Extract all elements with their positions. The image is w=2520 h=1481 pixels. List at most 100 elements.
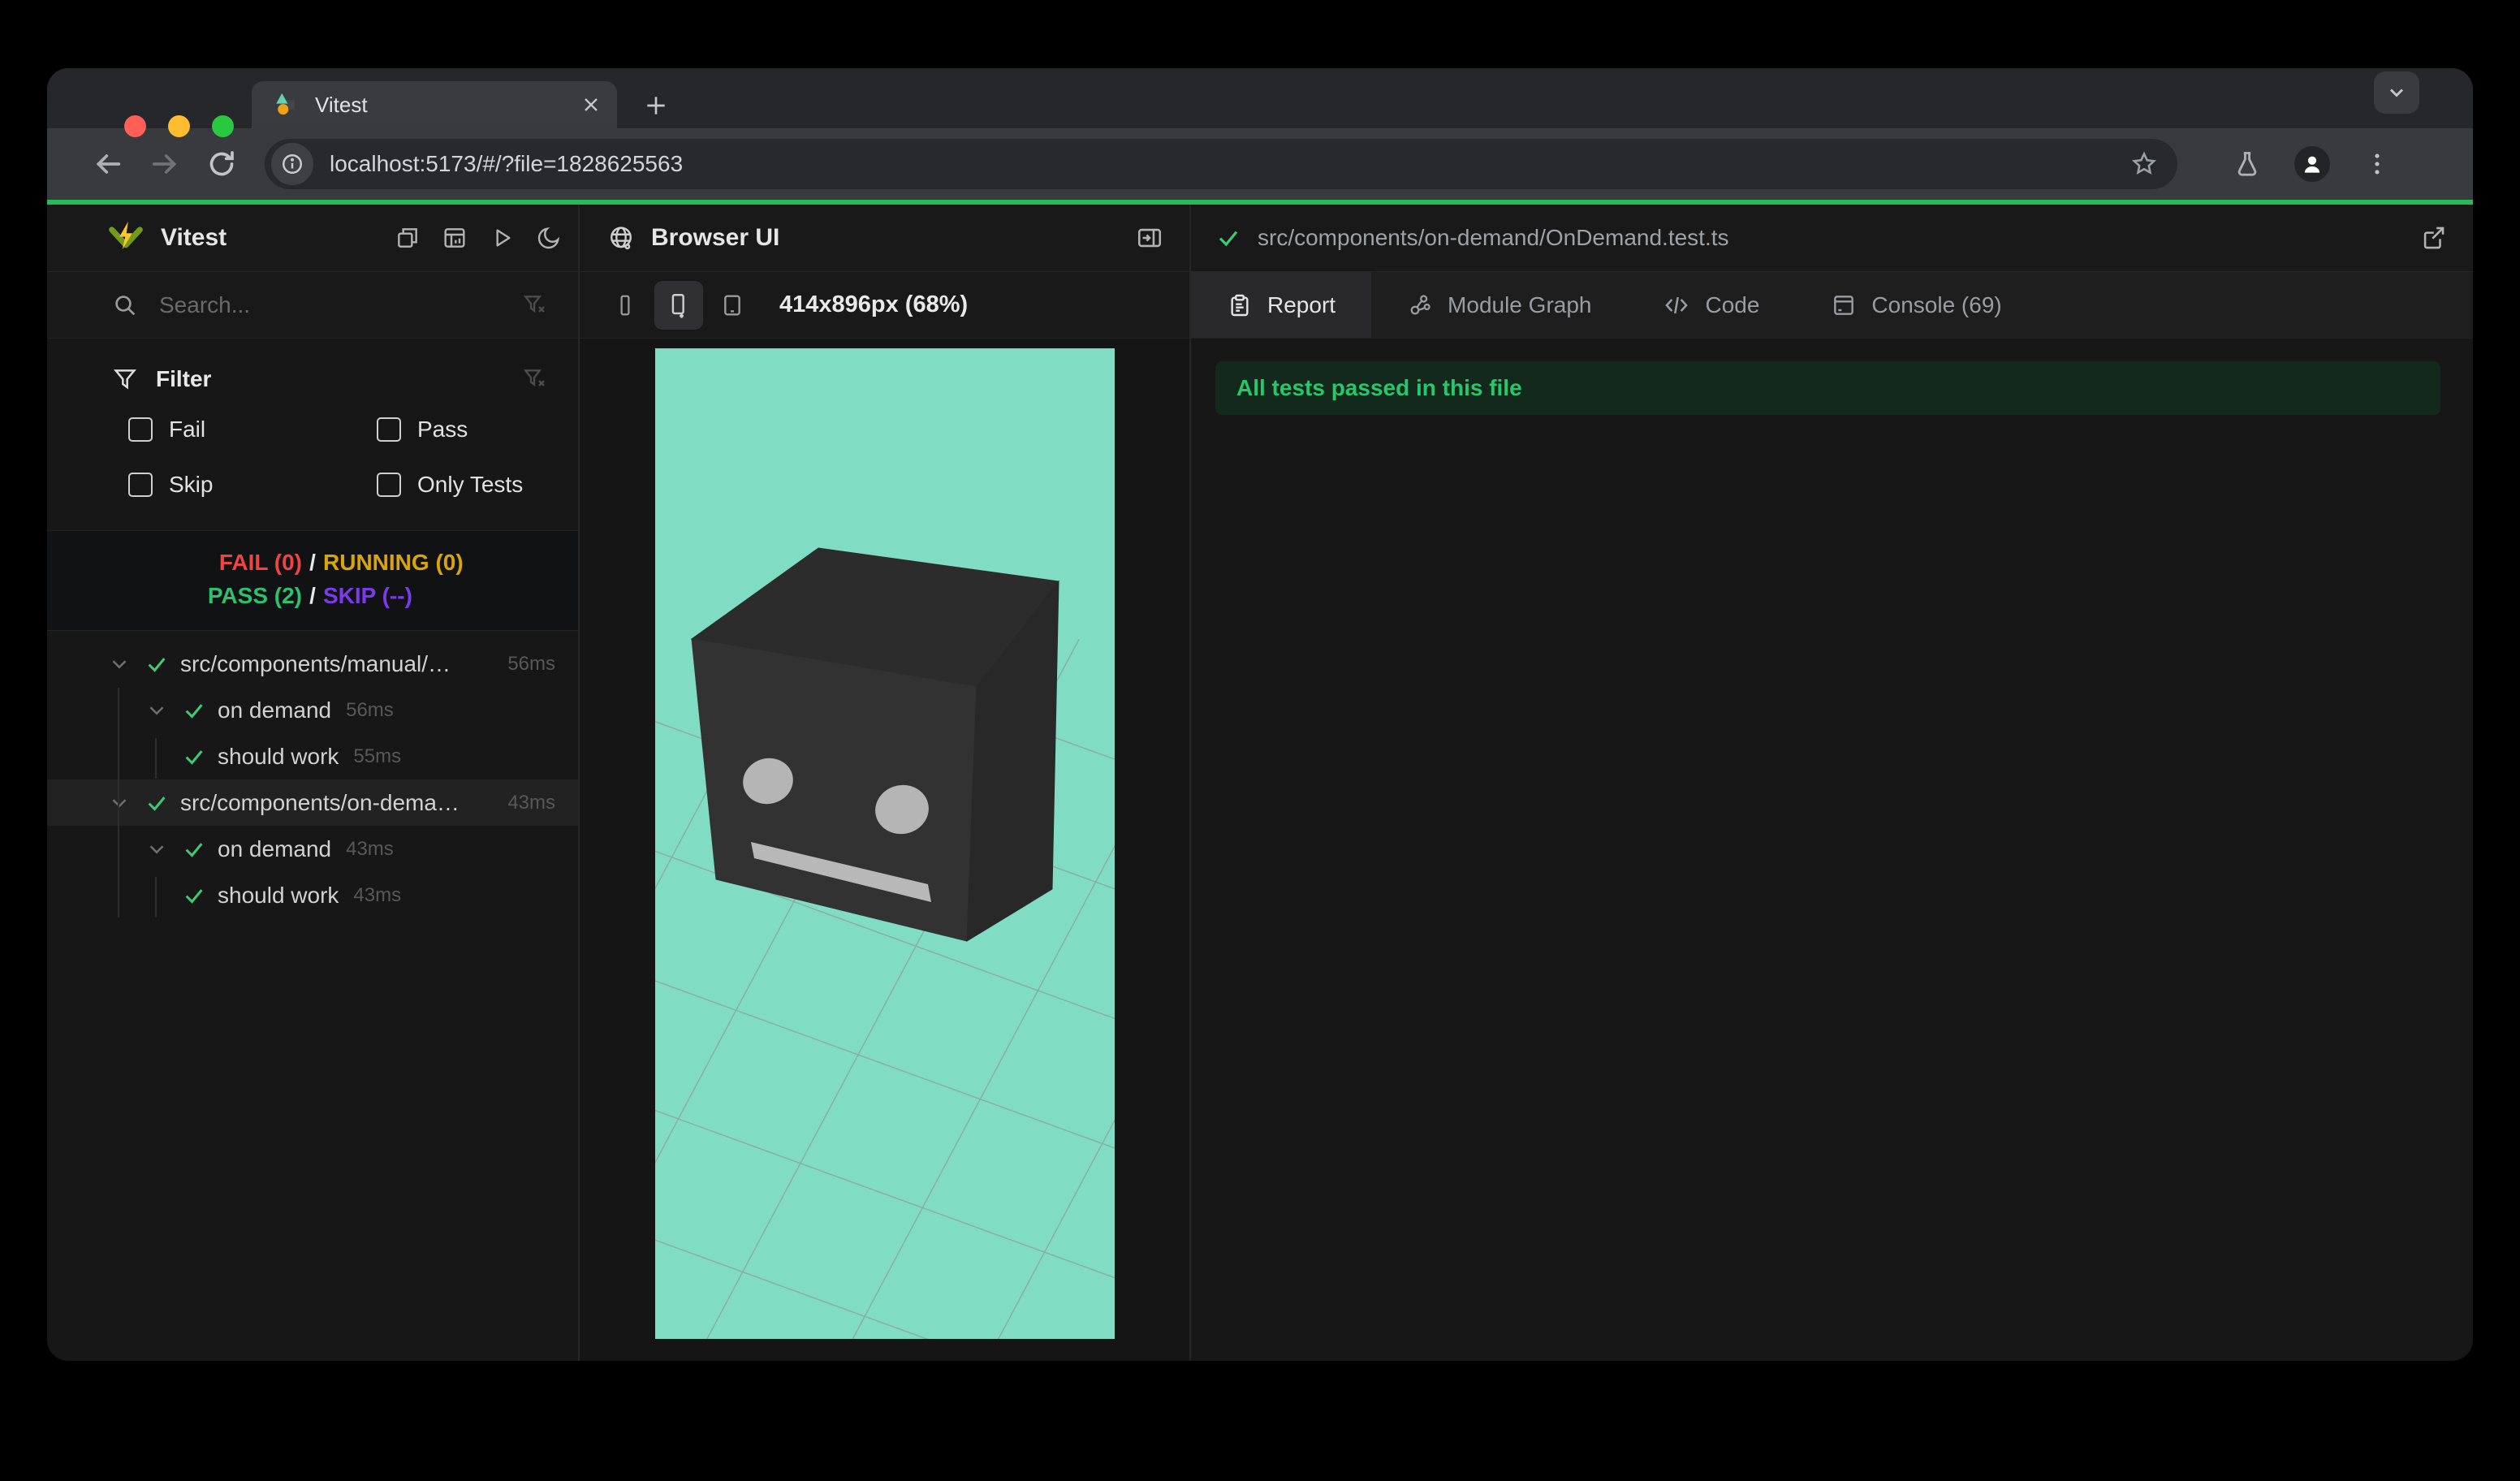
clear-filters-button[interactable] bbox=[521, 366, 547, 392]
vitest-logo-icon bbox=[109, 221, 143, 250]
indent-guide bbox=[155, 877, 157, 918]
fail-count: FAIL (0) bbox=[218, 550, 302, 575]
kebab-menu-icon bbox=[2375, 153, 2380, 175]
pass-check-icon bbox=[185, 703, 203, 719]
chevron-down-icon[interactable] bbox=[145, 837, 169, 861]
collapse-panels-button[interactable] bbox=[395, 225, 421, 251]
browser-tab[interactable]: Vitest bbox=[252, 81, 617, 128]
summary-separator: / bbox=[309, 550, 316, 575]
tab-code-label: Code bbox=[1705, 291, 1760, 317]
close-window-button[interactable] bbox=[124, 115, 146, 137]
play-icon bbox=[496, 229, 511, 247]
device-small-phone-button[interactable] bbox=[604, 284, 646, 326]
pass-label: Pass bbox=[417, 417, 468, 442]
phone-icon bbox=[620, 295, 630, 315]
report-panel: src/components/on-demand/OnDemand.test.t… bbox=[1191, 205, 2473, 1361]
browser-menu-button[interactable] bbox=[2359, 146, 2395, 182]
test-duration: 56ms bbox=[346, 698, 394, 721]
skip-checkbox[interactable] bbox=[128, 473, 153, 497]
test-name: should work bbox=[218, 882, 339, 908]
tab-search-button[interactable] bbox=[2374, 71, 2419, 114]
browser-window: Vitest localhost:5173/#/?file=1828625563… bbox=[47, 68, 2473, 1361]
threejs-scene bbox=[654, 348, 1115, 1339]
test-duration: 43ms bbox=[507, 791, 555, 814]
open-in-editor-button[interactable] bbox=[2419, 224, 2447, 252]
skip-count: SKIP (--) bbox=[323, 583, 412, 608]
sidebar: Vitest Search... Filter Fail Pass Skip O… bbox=[47, 205, 578, 1361]
forward-button[interactable] bbox=[146, 145, 183, 183]
flask-icon bbox=[2237, 152, 2257, 176]
device-tablet-button[interactable] bbox=[711, 284, 753, 326]
chevron-down-icon[interactable] bbox=[107, 652, 132, 676]
dashboard-icon bbox=[444, 228, 465, 248]
search-input[interactable] bbox=[159, 291, 521, 318]
test-duration: 43ms bbox=[346, 837, 394, 860]
preview-area bbox=[580, 339, 1189, 1361]
tab-console-label: Console (69) bbox=[1871, 291, 2002, 317]
tab-title: Vitest bbox=[315, 92, 368, 117]
run-all-button[interactable] bbox=[489, 225, 515, 251]
user-avatar-icon bbox=[2304, 156, 2320, 173]
tested-app-viewport[interactable] bbox=[654, 348, 1115, 1339]
only-tests-label: Only Tests bbox=[417, 472, 524, 497]
filter-section: Filter Fail Pass Skip Only Tests bbox=[47, 339, 578, 531]
moon-icon bbox=[537, 227, 560, 249]
phone-plus-icon bbox=[671, 293, 684, 318]
chevron-down-icon[interactable] bbox=[107, 791, 132, 815]
tests-passed-text: All tests passed in this file bbox=[1236, 375, 1522, 400]
experiments-button[interactable] bbox=[2229, 146, 2265, 182]
tree-item-suite[interactable]: on demand 43ms bbox=[47, 826, 578, 872]
chevron-down-icon[interactable] bbox=[145, 698, 169, 723]
url-bar[interactable]: localhost:5173/#/?file=1828625563 bbox=[265, 139, 2177, 189]
new-tab-button[interactable] bbox=[633, 83, 679, 128]
zoom-window-button[interactable] bbox=[212, 115, 234, 137]
minimize-window-button[interactable] bbox=[168, 115, 190, 137]
browser-ui-panel: Browser UI 414x896px (68%) bbox=[580, 205, 1189, 1361]
tree-item-suite[interactable]: on demand 56ms bbox=[47, 687, 578, 733]
tab-console[interactable]: Console (69) bbox=[1795, 272, 2037, 338]
pass-check-icon bbox=[148, 796, 166, 811]
only-tests-checkbox[interactable] bbox=[377, 473, 401, 497]
tree-item-test[interactable]: should work 43ms bbox=[47, 872, 578, 918]
dashboard-button[interactable] bbox=[442, 225, 468, 251]
site-info-button[interactable] bbox=[271, 143, 313, 185]
back-button[interactable] bbox=[89, 145, 127, 183]
fail-checkbox[interactable] bbox=[128, 417, 153, 442]
test-file-name: src/components/on-dema… bbox=[180, 789, 460, 815]
clear-search-filter-button[interactable] bbox=[521, 292, 547, 318]
dock-panel-button[interactable] bbox=[1136, 224, 1163, 252]
profile-button[interactable] bbox=[2294, 146, 2330, 182]
tree-item-test[interactable]: should work 55ms bbox=[47, 733, 578, 779]
external-link-icon bbox=[2423, 227, 2444, 249]
chevron-down-icon bbox=[2389, 89, 2404, 97]
device-phone-plus-button[interactable] bbox=[654, 280, 703, 330]
vitest-ui: Vitest Search... Filter Fail Pass Skip O… bbox=[47, 205, 2473, 1361]
code-icon bbox=[1665, 296, 1689, 313]
browser-ui-title: Browser UI bbox=[651, 224, 780, 251]
search-bar bbox=[47, 272, 578, 339]
tree-item-file-selected[interactable]: src/components/on-dema… 43ms bbox=[47, 779, 578, 826]
tree-item-file[interactable]: src/components/manual/… 56ms bbox=[47, 641, 578, 687]
test-suite-name: on demand bbox=[218, 697, 332, 723]
reload-icon bbox=[209, 151, 234, 176]
bookmark-star-icon[interactable] bbox=[2130, 150, 2158, 178]
info-icon bbox=[282, 153, 303, 175]
theme-toggle-button[interactable] bbox=[536, 225, 562, 251]
filter-only-tests-option: Only Tests bbox=[360, 467, 547, 503]
filter-label: Filter bbox=[156, 366, 212, 391]
traffic-lights bbox=[124, 115, 234, 137]
tab-module-graph[interactable]: Module Graph bbox=[1371, 272, 1627, 338]
tab-strip: Vitest bbox=[47, 68, 2473, 137]
tests-passed-banner: All tests passed in this file bbox=[1215, 361, 2440, 415]
tab-code[interactable]: Code bbox=[1627, 272, 1795, 338]
indent-guide bbox=[155, 738, 157, 779]
panel-right-icon bbox=[1137, 228, 1162, 248]
file-header: src/components/on-demand/OnDemand.test.t… bbox=[1191, 205, 2473, 272]
tab-report[interactable]: Report bbox=[1191, 272, 1372, 338]
back-icon bbox=[96, 154, 121, 174]
close-tab-icon[interactable] bbox=[580, 93, 602, 116]
pass-checkbox[interactable] bbox=[377, 417, 401, 442]
pass-check-icon bbox=[148, 657, 166, 672]
tab-report-label: Report bbox=[1267, 291, 1336, 317]
reload-button[interactable] bbox=[203, 145, 240, 183]
